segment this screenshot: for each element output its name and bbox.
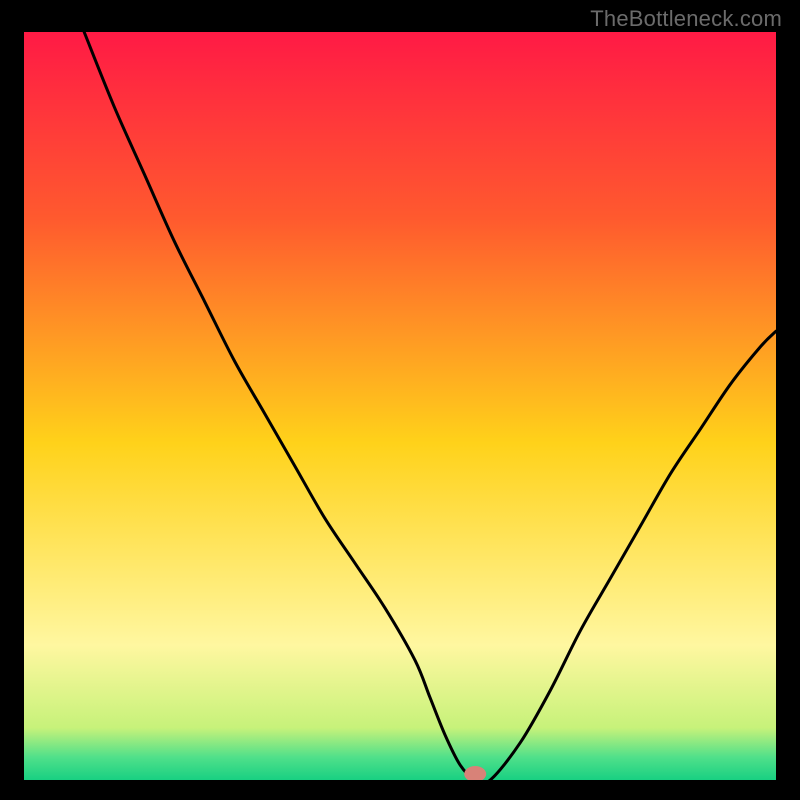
chart-background-gradient xyxy=(24,32,776,780)
chart-svg xyxy=(24,32,776,780)
watermark-text: TheBottleneck.com xyxy=(590,6,782,32)
chart-frame: TheBottleneck.com xyxy=(0,0,800,800)
chart-plot-area xyxy=(24,32,776,780)
